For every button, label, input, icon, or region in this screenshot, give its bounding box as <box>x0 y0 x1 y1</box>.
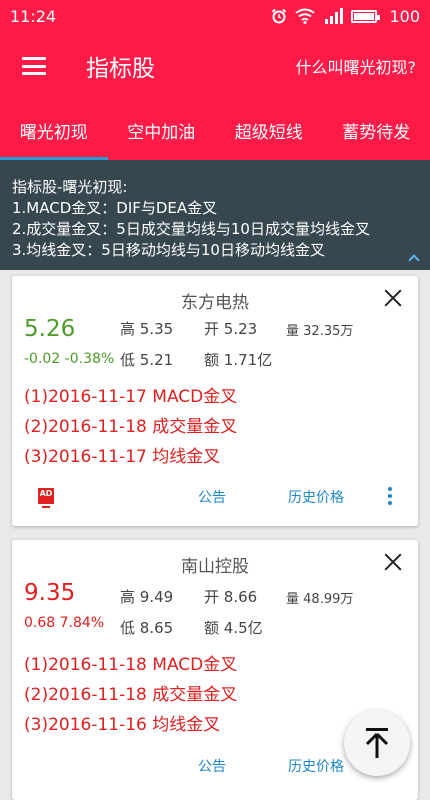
ad-icon[interactable]: AD <box>38 488 54 508</box>
stat-open: 开 5.23 <box>204 320 258 338</box>
app-bar: 指标股 什么叫曙光初现? <box>0 32 430 100</box>
close-icon[interactable] <box>384 289 402 307</box>
tab-dawn[interactable]: 曙光初现 <box>0 100 108 160</box>
signal-macd: (1)2016-11-17 MACD金叉 <box>24 387 238 407</box>
stock-price: 9.35 <box>24 580 76 606</box>
stock-name: 东方电热 <box>181 293 249 313</box>
info-title: 指标股-曙光初现: <box>12 178 128 196</box>
tab-air-refuel[interactable]: 空中加油 <box>108 100 216 160</box>
stock-price: 5.26 <box>24 316 76 342</box>
tab-poised[interactable]: 蓄势待发 <box>323 100 430 160</box>
close-icon[interactable] <box>384 553 402 571</box>
stat-high: 高 5.35 <box>120 320 174 338</box>
status-time: 11:24 <box>10 6 57 26</box>
wifi-icon <box>295 8 316 24</box>
more-vert-icon[interactable] <box>388 487 392 505</box>
info-line-3: 3.均线金叉：5日移动均线与10日移动均线金叉 <box>12 241 325 259</box>
info-line-1: 1.MACD金叉：DIF与DEA金叉 <box>12 199 218 217</box>
history-price-link[interactable]: 历史价格 <box>288 756 344 776</box>
stock-name: 南山控股 <box>181 557 249 577</box>
stat-high: 高 9.49 <box>120 588 174 606</box>
signal-ma: (3)2016-11-16 均线金叉 <box>24 715 221 735</box>
arrow-up-to-top-icon <box>365 728 389 758</box>
menu-icon[interactable] <box>22 57 46 75</box>
status-icons: 100 <box>271 7 420 26</box>
page-title: 指标股 <box>86 56 155 82</box>
tab-bar: 曙光初现 空中加油 超级短线 蓄势待发 <box>0 100 430 160</box>
stat-amount: 额 4.5亿 <box>204 619 263 637</box>
stat-open: 开 8.66 <box>204 588 258 606</box>
announcement-link[interactable]: 公告 <box>198 487 226 507</box>
announcement-link[interactable]: 公告 <box>198 756 226 776</box>
history-price-link[interactable]: 历史价格 <box>288 487 344 507</box>
signal-macd: (1)2016-11-18 MACD金叉 <box>24 655 238 675</box>
stock-change: 0.68 7.84% <box>24 615 105 631</box>
signal-ma: (3)2016-11-17 均线金叉 <box>24 447 221 467</box>
info-line-2: 2.成交量金叉：5日成交量均线与10日成交量均线金叉 <box>12 220 370 238</box>
stat-amount: 额 1.71亿 <box>204 351 273 369</box>
battery-level: 100 <box>389 6 420 26</box>
battery-icon <box>351 9 381 23</box>
tab-super-short[interactable]: 超级短线 <box>215 100 323 160</box>
stat-volume: 量 48.99万 <box>286 592 354 607</box>
stock-card[interactable]: 东方电热 5.26 -0.02 -0.38% 高 5.35 开 5.23 量 3… <box>12 276 418 526</box>
stock-change: -0.02 -0.38% <box>24 351 115 367</box>
info-panel: 指标股-曙光初现: 1.MACD金叉：DIF与DEA金叉 2.成交量金叉：5日成… <box>0 160 430 270</box>
alarm-icon <box>272 8 287 24</box>
back-to-top-button[interactable] <box>344 710 410 776</box>
stat-low: 低 5.21 <box>120 351 174 369</box>
signal-volume: (2)2016-11-18 成交量金叉 <box>24 417 238 437</box>
stat-low: 低 8.65 <box>120 619 174 637</box>
stat-volume: 量 32.35万 <box>286 324 354 339</box>
help-link[interactable]: 什么叫曙光初现? <box>296 54 417 78</box>
signal-volume: (2)2016-11-18 成交量金叉 <box>24 685 238 705</box>
signal-icon <box>325 8 344 24</box>
status-bar: 11:24 100 <box>0 0 430 32</box>
